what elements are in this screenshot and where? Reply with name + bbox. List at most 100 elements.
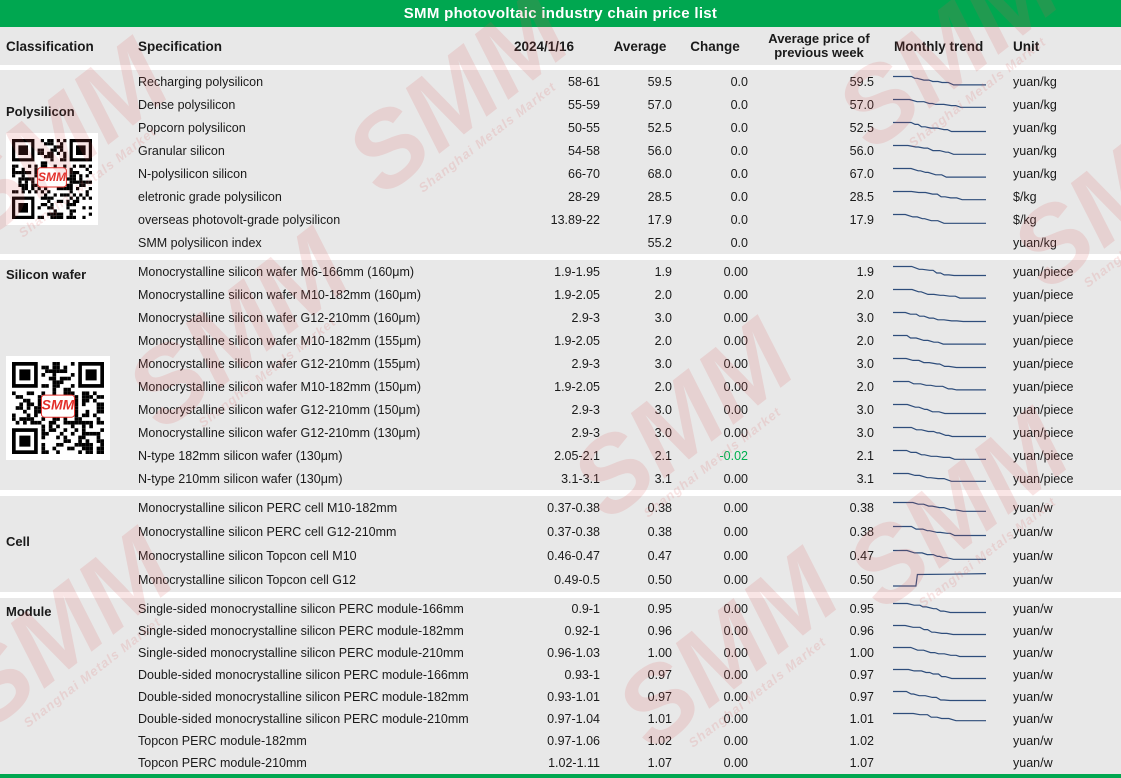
change-cell: 0.00	[676, 668, 754, 682]
change-cell: 0.00	[676, 265, 754, 279]
price-range-cell: 2.9-3	[484, 311, 604, 325]
average-cell: 52.5	[604, 121, 676, 135]
monthly-trend-sparkline	[884, 599, 999, 619]
classification-label: Module	[6, 604, 52, 619]
price-range-cell: 55-59	[484, 98, 604, 112]
prev-week-average-cell: 3.0	[754, 403, 884, 417]
monthly-trend-sparkline	[884, 262, 999, 282]
prev-week-average-cell: 3.0	[754, 311, 884, 325]
price-range-cell: 0.46-0.47	[484, 549, 604, 563]
monthly-trend-sparkline	[884, 643, 999, 663]
specification-cell: Monocrystalline silicon wafer M6-166mm (…	[130, 265, 484, 279]
prev-week-average-cell: 1.9	[754, 265, 884, 279]
change-cell: 0.00	[676, 602, 754, 616]
prev-week-average-cell: 3.0	[754, 426, 884, 440]
prev-week-average-cell: 2.1	[754, 449, 884, 463]
table-row: Single-sided monocrystalline silicon PER…	[130, 642, 1121, 664]
table-row: eletronic grade polysilicon28-2928.50.02…	[130, 185, 1121, 208]
unit-cell: yuan/piece	[999, 265, 1121, 279]
table-row: Topcon PERC module-210mm1.02-1.111.070.0…	[130, 752, 1121, 774]
qr-code: SMM	[6, 356, 110, 460]
specification-cell: Double-sided monocrystalline silicon PER…	[130, 668, 484, 682]
price-range-cell: 1.9-2.05	[484, 334, 604, 348]
section-rows: Single-sided monocrystalline silicon PER…	[130, 598, 1121, 774]
prev-week-average-cell: 1.02	[754, 734, 884, 748]
monthly-trend-sparkline	[884, 423, 999, 443]
column-header-change: Change	[676, 39, 754, 54]
average-cell: 3.1	[604, 472, 676, 486]
average-cell: 0.97	[604, 690, 676, 704]
price-range-cell: 58-61	[484, 75, 604, 89]
section-rows: Monocrystalline silicon PERC cell M10-18…	[130, 496, 1121, 592]
prev-week-average-cell: 2.0	[754, 334, 884, 348]
table-row: N-polysilicon silicon66-7068.00.067.0yua…	[130, 162, 1121, 185]
prev-week-average-cell: 59.5	[754, 75, 884, 89]
table-row: N-type 182mm silicon wafer (130μm)2.05-2…	[130, 444, 1121, 467]
average-cell: 2.0	[604, 380, 676, 394]
specification-cell: Monocrystalline silicon wafer M10-182mm …	[130, 380, 484, 394]
specification-cell: N-type 210mm silicon wafer (130μm)	[130, 472, 484, 486]
change-cell: -0.02	[676, 449, 754, 463]
unit-cell: yuan/piece	[999, 403, 1121, 417]
monthly-trend-sparkline	[884, 621, 999, 641]
average-cell: 2.0	[604, 334, 676, 348]
change-cell: 0.0	[676, 213, 754, 227]
monthly-trend-sparkline	[884, 118, 999, 138]
change-cell: 0.0	[676, 167, 754, 181]
prev-week-average-cell: 3.0	[754, 357, 884, 371]
specification-cell: overseas photovolt-grade polysilicon	[130, 213, 484, 227]
specification-cell: Monocrystalline silicon PERC cell G12-21…	[130, 525, 484, 539]
unit-cell: yuan/kg	[999, 121, 1121, 135]
specification-cell: Monocrystalline silicon wafer M10-182mm …	[130, 288, 484, 302]
unit-cell: $/kg	[999, 190, 1121, 204]
specification-cell: Popcorn polysilicon	[130, 121, 484, 135]
monthly-trend-sparkline	[884, 709, 999, 729]
monthly-trend-sparkline	[884, 308, 999, 328]
specification-cell: Monocrystalline silicon PERC cell M10-18…	[130, 501, 484, 515]
change-cell: 0.00	[676, 403, 754, 417]
specification-cell: Topcon PERC module-182mm	[130, 734, 484, 748]
change-cell: 0.00	[676, 646, 754, 660]
prev-week-average-cell: 0.38	[754, 525, 884, 539]
specification-cell: Monocrystalline silicon wafer M10-182mm …	[130, 334, 484, 348]
table-row: Dense polysilicon55-5957.00.057.0yuan/kg	[130, 93, 1121, 116]
price-range-cell: 54-58	[484, 144, 604, 158]
change-cell: 0.00	[676, 525, 754, 539]
table-row: Single-sided monocrystalline silicon PER…	[130, 598, 1121, 620]
price-range-cell: 1.9-1.95	[484, 265, 604, 279]
unit-cell: yuan/kg	[999, 167, 1121, 181]
change-cell: 0.00	[676, 311, 754, 325]
specification-cell: Recharging polysilicon	[130, 75, 484, 89]
column-header-classification: Classification	[0, 39, 130, 54]
prev-week-average-cell: 1.01	[754, 712, 884, 726]
average-cell: 59.5	[604, 75, 676, 89]
price-range-cell: 66-70	[484, 167, 604, 181]
change-cell: 0.00	[676, 288, 754, 302]
table-row: Popcorn polysilicon50-5552.50.052.5yuan/…	[130, 116, 1121, 139]
average-cell: 1.00	[604, 646, 676, 660]
monthly-trend-sparkline	[884, 187, 999, 207]
unit-cell: yuan/w	[999, 734, 1121, 748]
average-cell: 0.50	[604, 573, 676, 587]
average-cell: 55.2	[604, 236, 676, 250]
table-row: Monocrystalline silicon PERC cell M10-18…	[130, 496, 1121, 520]
average-cell: 2.0	[604, 288, 676, 302]
price-range-cell: 0.49-0.5	[484, 573, 604, 587]
specification-cell: N-type 182mm silicon wafer (130μm)	[130, 449, 484, 463]
change-cell: 0.00	[676, 472, 754, 486]
unit-cell: yuan/w	[999, 712, 1121, 726]
table-row: Monocrystalline silicon wafer G12-210mm …	[130, 398, 1121, 421]
price-range-cell: 0.37-0.38	[484, 525, 604, 539]
unit-cell: yuan/w	[999, 646, 1121, 660]
table-row: Monocrystalline silicon wafer M6-166mm (…	[130, 260, 1121, 283]
price-range-cell: 28-29	[484, 190, 604, 204]
table-row: overseas photovolt-grade polysilicon13.8…	[130, 208, 1121, 231]
monthly-trend-sparkline	[884, 546, 999, 566]
unit-cell: yuan/piece	[999, 288, 1121, 302]
average-cell: 3.0	[604, 403, 676, 417]
specification-cell: Monocrystalline silicon wafer G12-210mm …	[130, 403, 484, 417]
unit-cell: yuan/kg	[999, 98, 1121, 112]
monthly-trend-sparkline	[884, 141, 999, 161]
monthly-trend-sparkline	[884, 72, 999, 92]
prev-week-average-cell: 56.0	[754, 144, 884, 158]
